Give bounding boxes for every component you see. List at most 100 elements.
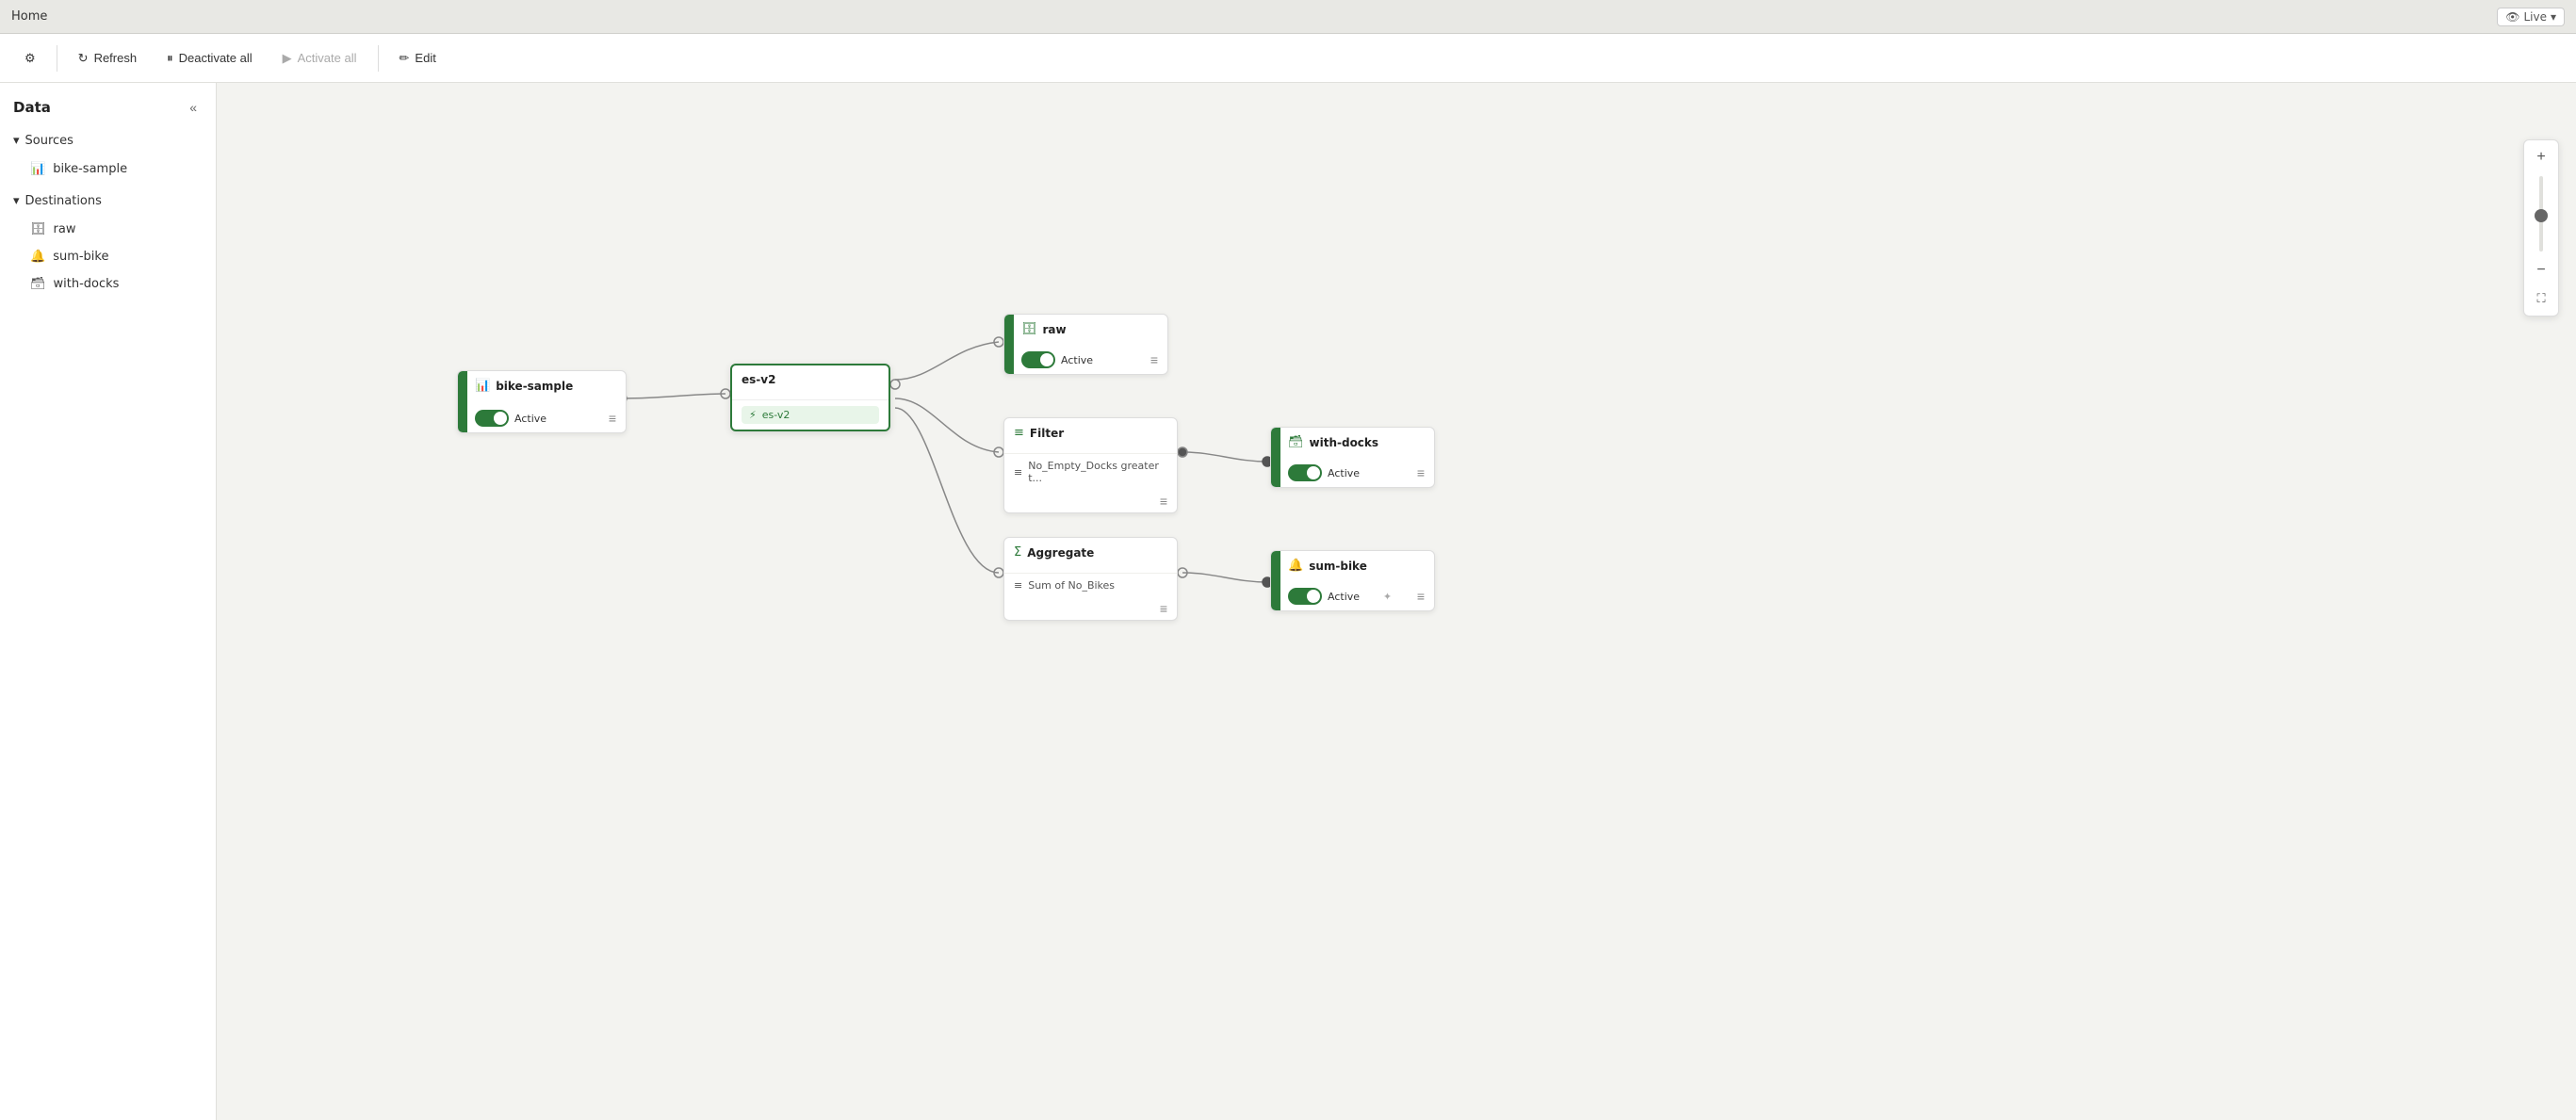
raw-title-row: 🗄 raw [1021,322,1158,336]
sidebar-item-label: sum-bike [53,250,108,264]
chevron-down-icon: ▾ [13,134,20,148]
node-menu-button[interactable]: ≡ [1417,465,1425,480]
refresh-button[interactable]: ↻ Refresh [65,45,150,72]
node-menu-button[interactable]: ≡ [1160,601,1167,616]
app-title: Home [11,9,47,24]
source-footer: Active ≡ [458,406,626,432]
sum-bike-title: sum-bike [1309,560,1367,573]
node-with-docks[interactable]: 🗃 with-docks Active ≡ [1270,427,1435,488]
raw-footer: Active ≡ [1004,349,1167,374]
deactivate-button[interactable]: ⏸ Deactivate all [154,45,266,72]
aggregate-body: ≡ Sum of No_Bikes [1004,574,1177,597]
toggle-container: Active [1288,464,1360,481]
toggle-container: Active [475,410,546,427]
es-tag-icon: ⚡ [749,409,757,421]
chevron-down-icon: ▾ [13,194,20,208]
active-label: Active [514,413,546,425]
active-toggle[interactable] [1288,588,1322,605]
es-tag: ⚡ es-v2 [742,406,879,424]
node-menu-button[interactable]: ≡ [1160,494,1167,509]
sources-header[interactable]: ▾ Sources [0,126,216,155]
destinations-label: Destinations [25,194,102,208]
destinations-header[interactable]: ▾ Destinations [0,187,216,216]
es-title-row: es-v2 [742,373,879,386]
source-bar [458,371,467,432]
settings-button[interactable]: ⚙ [11,45,49,72]
activate-button[interactable]: ▶ Activate all [269,45,370,72]
node-sum-bike[interactable]: 🔔 sum-bike Active ✦ ≡ [1270,550,1435,611]
paint-icon: ✦ [1383,591,1392,603]
node-menu-button[interactable]: ≡ [1417,589,1425,604]
active-toggle[interactable] [1288,464,1322,481]
collapse-button[interactable]: « [184,98,203,117]
toolbar-divider-2 [378,45,379,72]
sidebar: Data « ▾ Sources 📊 bike-sample ▾ Destina… [0,83,217,1120]
active-toggle[interactable] [1021,351,1055,368]
table-icon: 📊 [30,162,45,176]
eye-icon: 👁 [2505,10,2519,24]
database-icon: 🗄 [30,222,46,236]
zoom-in-button[interactable]: + [2528,144,2554,170]
node-filter[interactable]: ≡ Filter ≡ No_Empty_Docks greater t... ≡ [1003,417,1178,513]
es-tag-label: es-v2 [762,409,791,421]
zoom-controls: + − ⛶ [2523,139,2559,317]
sidebar-item-raw[interactable]: 🗄 raw [0,216,216,243]
active-label: Active [1328,591,1360,603]
sidebar-item-sum-bike[interactable]: 🔔 sum-bike [0,243,216,270]
main-layout: Data « ▾ Sources 📊 bike-sample ▾ Destina… [0,83,2576,1120]
sources-label: Sources [25,134,73,148]
toggle-container: Active [1021,351,1093,368]
with-docks-footer: Active ≡ [1271,463,1434,487]
with-docks-title-row: 🗃 with-docks [1288,435,1425,449]
aggregate-title-row: Σ Aggregate [1014,545,1167,560]
sidebar-item-label: bike-sample [53,162,127,176]
filter-footer: ≡ [1004,490,1177,512]
toolbar: ⚙ ↻ Refresh ⏸ Deactivate all ▶ Activate … [0,34,2576,83]
node-aggregate[interactable]: Σ Aggregate ≡ Sum of No_Bikes ≡ [1003,537,1178,621]
activate-label: Activate all [298,51,357,65]
aggregate-header: Σ Aggregate [1004,538,1177,574]
node-raw[interactable]: 🗄 raw Active ≡ [1003,314,1168,375]
filter-header: ≡ Filter [1004,418,1177,454]
cabinet-icon: 🗃 [30,277,46,291]
edit-icon: ✏ [399,51,410,66]
with-docks-content: 🗃 with-docks [1271,428,1434,463]
with-docks-title: with-docks [1310,436,1379,449]
filter-row-text: No_Empty_Docks greater t... [1028,460,1167,484]
bell-icon: 🔔 [30,250,45,264]
aggregate-title: Aggregate [1027,546,1094,560]
fit-button[interactable]: ⛶ [2528,285,2554,312]
bell-icon: 🔔 [1288,559,1303,573]
edit-button[interactable]: ✏ Edit [386,45,449,72]
active-label: Active [1328,467,1360,479]
zoom-slider-thumb[interactable] [2535,209,2548,222]
es-node-header: es-v2 [732,365,889,400]
chevron-down-icon: ▾ [2551,10,2556,24]
filter-icon: ≡ [1014,426,1024,440]
zoom-out-button[interactable]: − [2528,257,2554,284]
with-docks-bar [1271,428,1280,487]
active-toggle[interactable] [475,410,509,427]
node-menu-button[interactable]: ≡ [609,411,616,426]
node-es-v2[interactable]: es-v2 ⚡ es-v2 [730,364,890,431]
live-badge[interactable]: 👁 Live ▾ [2497,8,2565,26]
sum-bike-footer: Active ✦ ≡ [1271,586,1434,610]
edit-label: Edit [415,51,435,65]
canvas-area[interactable]: 📊 bike-sample Active ≡ es-v2 [217,83,2576,1120]
sidebar-item-bike-sample[interactable]: 📊 bike-sample [0,155,216,183]
deactivate-label: Deactivate all [179,51,253,65]
sigma-icon: Σ [1014,545,1021,560]
sidebar-item-with-docks[interactable]: 🗃 with-docks [0,270,216,298]
raw-title: raw [1043,323,1067,336]
filter-row-icon: ≡ [1014,466,1022,479]
aggregate-row: ≡ Sum of No_Bikes [1014,579,1167,592]
cabinet-icon: 🗃 [1288,435,1304,449]
activate-icon: ▶ [283,51,292,66]
node-bike-sample[interactable]: 📊 bike-sample Active ≡ [457,370,627,433]
es-title: es-v2 [742,373,775,386]
table-icon: 📊 [475,379,490,393]
node-menu-button[interactable]: ≡ [1150,352,1158,367]
es-node-body: ⚡ es-v2 [732,400,889,430]
sum-bike-content: 🔔 sum-bike [1271,551,1434,586]
title-bar: Home 👁 Live ▾ [0,0,2576,34]
